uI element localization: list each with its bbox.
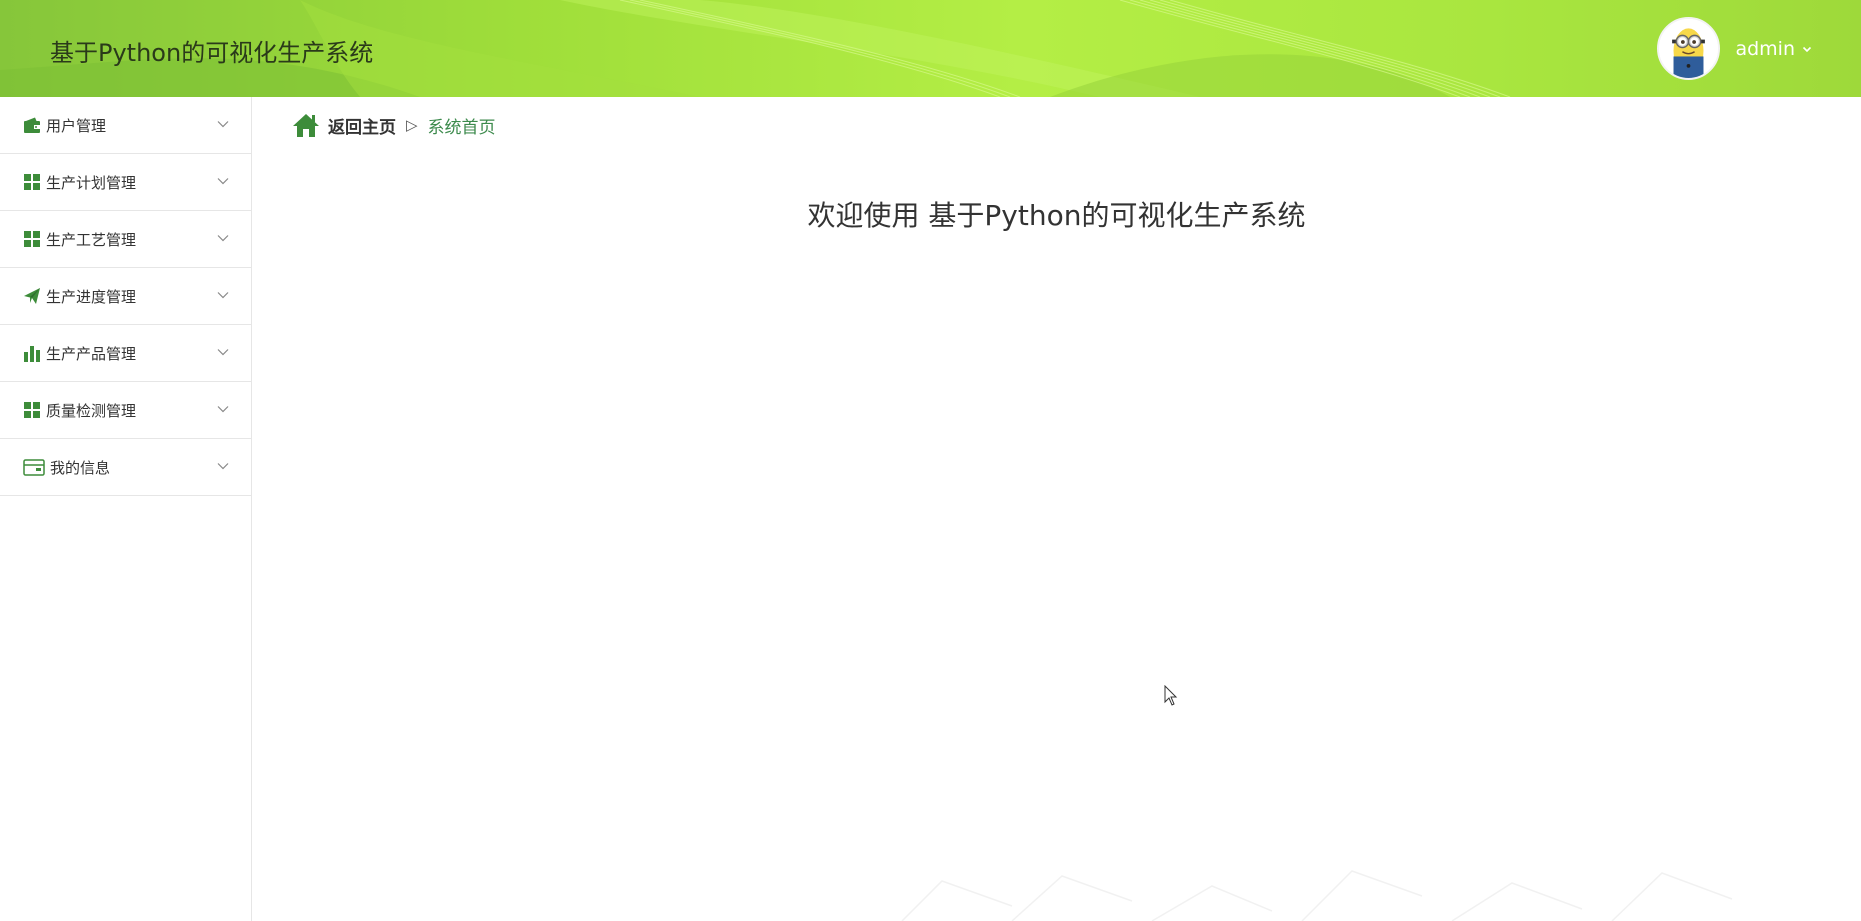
- paper-plane-icon: [24, 288, 40, 304]
- sidebar-item-label: 质量检测管理: [46, 401, 137, 420]
- grid-icon: [24, 402, 40, 418]
- sidebar-item-label: 生产产品管理: [46, 344, 137, 363]
- sidebar-item-label: 生产工艺管理: [46, 230, 137, 249]
- home-icon[interactable]: [292, 112, 320, 138]
- welcome-message: 欢迎使用 基于Python的可视化生产系统: [807, 199, 1306, 232]
- chevron-down-icon: [217, 463, 229, 470]
- app-title: 基于Python的可视化生产系统: [50, 39, 374, 67]
- breadcrumb-home-link[interactable]: 返回主页: [328, 113, 396, 138]
- chevron-down-icon: [217, 349, 229, 356]
- user-menu[interactable]: admin: [1657, 17, 1812, 80]
- sidebar-item-production-progress[interactable]: 生产进度管理: [0, 268, 251, 325]
- minion-avatar-icon: [1659, 19, 1719, 78]
- top-header: 基于Python的可视化生产系统 admin: [0, 0, 1861, 97]
- chevron-down-icon: [217, 121, 229, 128]
- sidebar-item-quality-inspection[interactable]: 质量检测管理: [0, 382, 251, 439]
- mouse-cursor-icon: [1164, 685, 1178, 706]
- sidebar-item-label: 生产计划管理: [46, 173, 137, 192]
- grid-icon: [24, 231, 40, 247]
- avatar[interactable]: [1657, 17, 1721, 80]
- sidebar-item-label: 生产进度管理: [46, 287, 137, 306]
- wallet-icon: [24, 117, 40, 133]
- sidebar-item-label: 我的信息: [50, 458, 111, 477]
- card-icon: [23, 459, 45, 476]
- chevron-down-icon: [217, 178, 229, 185]
- username[interactable]: admin: [1735, 38, 1795, 60]
- sidebar-item-production-products[interactable]: 生产产品管理: [0, 325, 251, 382]
- sidebar-item-my-info[interactable]: 我的信息: [0, 439, 251, 496]
- sidebar-item-label: 用户管理: [46, 116, 107, 135]
- chevron-down-icon[interactable]: [1802, 44, 1812, 54]
- background-decoration: [901, 870, 1733, 921]
- breadcrumb-current: 系统首页: [427, 117, 496, 138]
- main-content: 返回主页 ▷ 系统首页 欢迎使用 基于Python的可视化生产系统: [252, 97, 1861, 921]
- breadcrumb-separator: ▷: [406, 116, 418, 134]
- sidebar-item-production-process[interactable]: 生产工艺管理: [0, 211, 251, 268]
- chevron-down-icon: [217, 406, 229, 413]
- sidebar-item-user-management[interactable]: 用户管理: [0, 97, 251, 154]
- breadcrumb: 返回主页 ▷ 系统首页: [292, 112, 496, 138]
- sidebar: 用户管理 生产计划管理 生产工艺管理 生产进度管理 生产产品管理 质量检测管理 …: [0, 97, 252, 921]
- bar-chart-icon: [24, 346, 40, 362]
- sidebar-item-production-plan[interactable]: 生产计划管理: [0, 154, 251, 211]
- grid-icon: [24, 174, 40, 190]
- chevron-down-icon: [217, 235, 229, 242]
- chevron-down-icon: [217, 292, 229, 299]
